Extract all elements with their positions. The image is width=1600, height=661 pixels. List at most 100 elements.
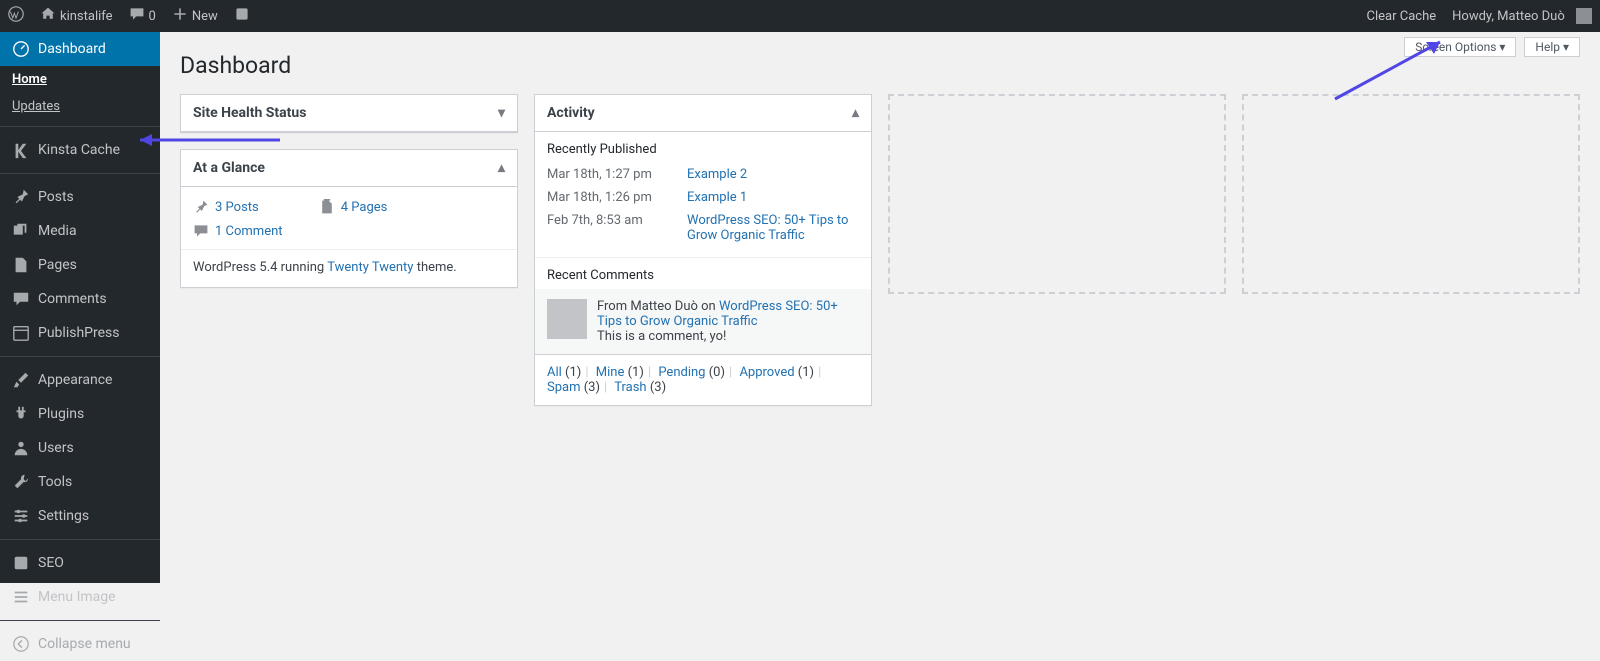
list-item: Feb 7th, 8:53 amWordPress SEO: 50+ Tips … (547, 209, 859, 247)
sidebar-label: Comments (38, 291, 107, 307)
filter-mine[interactable]: Mine (596, 365, 625, 380)
new-label: New (192, 9, 218, 24)
sidebar-publishpress[interactable]: PublishPress (0, 316, 160, 350)
wp-version-line: WordPress 5.4 running Twenty Twenty them… (181, 249, 517, 275)
howdy-text: Howdy, Matteo Duò (1452, 9, 1565, 24)
media-icon (12, 222, 30, 240)
my-account[interactable]: Howdy, Matteo Duò (1444, 0, 1600, 32)
box-header[interactable]: Site Health Status▾ (181, 95, 517, 132)
post-link[interactable]: Example 2 (687, 167, 747, 182)
comment-body: This is a comment, yo! (597, 329, 859, 344)
sidebar-posts[interactable]: Posts (0, 180, 160, 214)
glance-posts[interactable]: 3 Posts (193, 199, 259, 215)
sidebar-plugins[interactable]: Plugins (0, 397, 160, 431)
list-item: Mar 18th, 1:27 pmExample 2 (547, 163, 859, 186)
brush-icon (12, 371, 30, 389)
sidebar-label: Users (38, 440, 74, 456)
sidebar-label: Dashboard (38, 41, 106, 57)
sliders-icon (12, 507, 30, 525)
sidebar-settings[interactable]: Settings (0, 499, 160, 533)
sidebar-media[interactable]: Media (0, 214, 160, 248)
sidebar-tools[interactable]: Tools (0, 465, 160, 499)
at-a-glance-box: At a Glance▴ 3 Posts 4 Pages 1 Comment W… (180, 149, 518, 288)
sidebar-dashboard[interactable]: Dashboard (0, 32, 160, 66)
chevron-up-icon[interactable]: ▴ (498, 160, 505, 176)
activity-box: Activity▴ Recently Published Mar 18th, 1… (534, 94, 872, 406)
sidebar-sub-home[interactable]: Home (0, 66, 160, 93)
sidebar-label: Settings (38, 508, 89, 524)
sidebar-kinsta[interactable]: Kinsta Cache (0, 133, 160, 167)
filter-pending[interactable]: Pending (658, 365, 705, 380)
new-link[interactable]: New (164, 0, 226, 32)
calendar-icon (12, 324, 30, 342)
recent-comments-heading: Recent Comments (535, 257, 871, 289)
sidebar-label: Plugins (38, 406, 84, 422)
menu-icon (12, 588, 30, 606)
sidebar-comments[interactable]: Comments (0, 282, 160, 316)
yoast-icon (12, 554, 30, 572)
sidebar-label: Posts (38, 189, 74, 205)
filter-trash[interactable]: Trash (614, 380, 646, 395)
sidebar-sub-updates[interactable]: Updates (0, 93, 160, 120)
recently-published-heading: Recently Published (535, 132, 871, 163)
sidebar-label: SEO (38, 555, 64, 571)
page-title: Dashboard (180, 52, 1580, 79)
comments-count: 0 (149, 9, 156, 24)
sidebar-label: Tools (38, 474, 72, 490)
glance-pages[interactable]: 4 Pages (319, 199, 388, 215)
sidebar-label: PublishPress (38, 325, 119, 341)
pin-icon (12, 188, 30, 206)
admin-toolbar: kinstalife 0 New Clear Cache Howdy, Matt… (0, 0, 1600, 32)
comment-icon (193, 223, 209, 239)
comments-link[interactable]: 0 (121, 0, 164, 32)
sidebar-pages[interactable]: Pages (0, 248, 160, 282)
sidebar-label: Kinsta Cache (38, 142, 120, 158)
sidebar-label: Appearance (38, 372, 112, 388)
plug-icon (12, 405, 30, 423)
post-link[interactable]: Example 1 (687, 190, 747, 205)
avatar (547, 299, 587, 339)
user-icon (12, 439, 30, 457)
sidebar-label: Media (38, 223, 77, 239)
sidebar-label: Pages (38, 257, 77, 273)
widget-drop-zone[interactable] (1242, 94, 1580, 294)
page-icon (319, 199, 335, 215)
sidebar-appearance[interactable]: Appearance (0, 363, 160, 397)
chevron-down-icon[interactable]: ▾ (498, 105, 505, 121)
pin-icon (193, 199, 209, 215)
chevron-up-icon[interactable]: ▴ (852, 105, 859, 121)
filter-spam[interactable]: Spam (547, 380, 581, 395)
content-area: Screen Options ▾ Help ▾ Dashboard Site H… (160, 32, 1600, 442)
site-link[interactable]: kinstalife (32, 0, 121, 32)
post-link[interactable]: WordPress SEO: 50+ Tips to Grow Organic … (687, 213, 859, 243)
glance-comments[interactable]: 1 Comment (193, 223, 283, 239)
screen-options-button[interactable]: Screen Options ▾ (1404, 37, 1516, 57)
theme-link[interactable]: Twenty Twenty (327, 260, 413, 275)
sidebar-seo[interactable]: SEO (0, 546, 160, 580)
sidebar-collapse[interactable]: Collapse menu (0, 627, 160, 661)
widget-drop-zone[interactable] (888, 94, 1226, 294)
wrench-icon (12, 473, 30, 491)
sidebar-menu-image[interactable]: Menu Image (0, 580, 160, 614)
comment-icon (12, 290, 30, 308)
help-button[interactable]: Help ▾ (1524, 37, 1580, 57)
sidebar-label: Collapse menu (38, 636, 131, 652)
box-header[interactable]: At a Glance▴ (181, 150, 517, 187)
sidebar-label: Menu Image (38, 589, 116, 605)
collapse-icon (12, 635, 30, 653)
wp-logo[interactable] (0, 0, 32, 32)
kinsta-icon (12, 141, 30, 159)
clear-cache-link[interactable]: Clear Cache (1359, 0, 1445, 32)
filter-all[interactable]: All (547, 365, 562, 380)
dashboard-icon (12, 40, 30, 58)
list-item: Mar 18th, 1:26 pmExample 1 (547, 186, 859, 209)
comment-item: From Matteo Duò on WordPress SEO: 50+ Ti… (535, 289, 871, 354)
sidebar-users[interactable]: Users (0, 431, 160, 465)
box-header[interactable]: Activity▴ (535, 95, 871, 132)
yoast-link[interactable] (226, 0, 258, 32)
filter-approved[interactable]: Approved (739, 365, 794, 380)
page-icon (12, 256, 30, 274)
site-health-box: Site Health Status▾ (180, 94, 518, 133)
published-list: Mar 18th, 1:27 pmExample 2 Mar 18th, 1:2… (535, 163, 871, 257)
site-name: kinstalife (60, 9, 113, 24)
